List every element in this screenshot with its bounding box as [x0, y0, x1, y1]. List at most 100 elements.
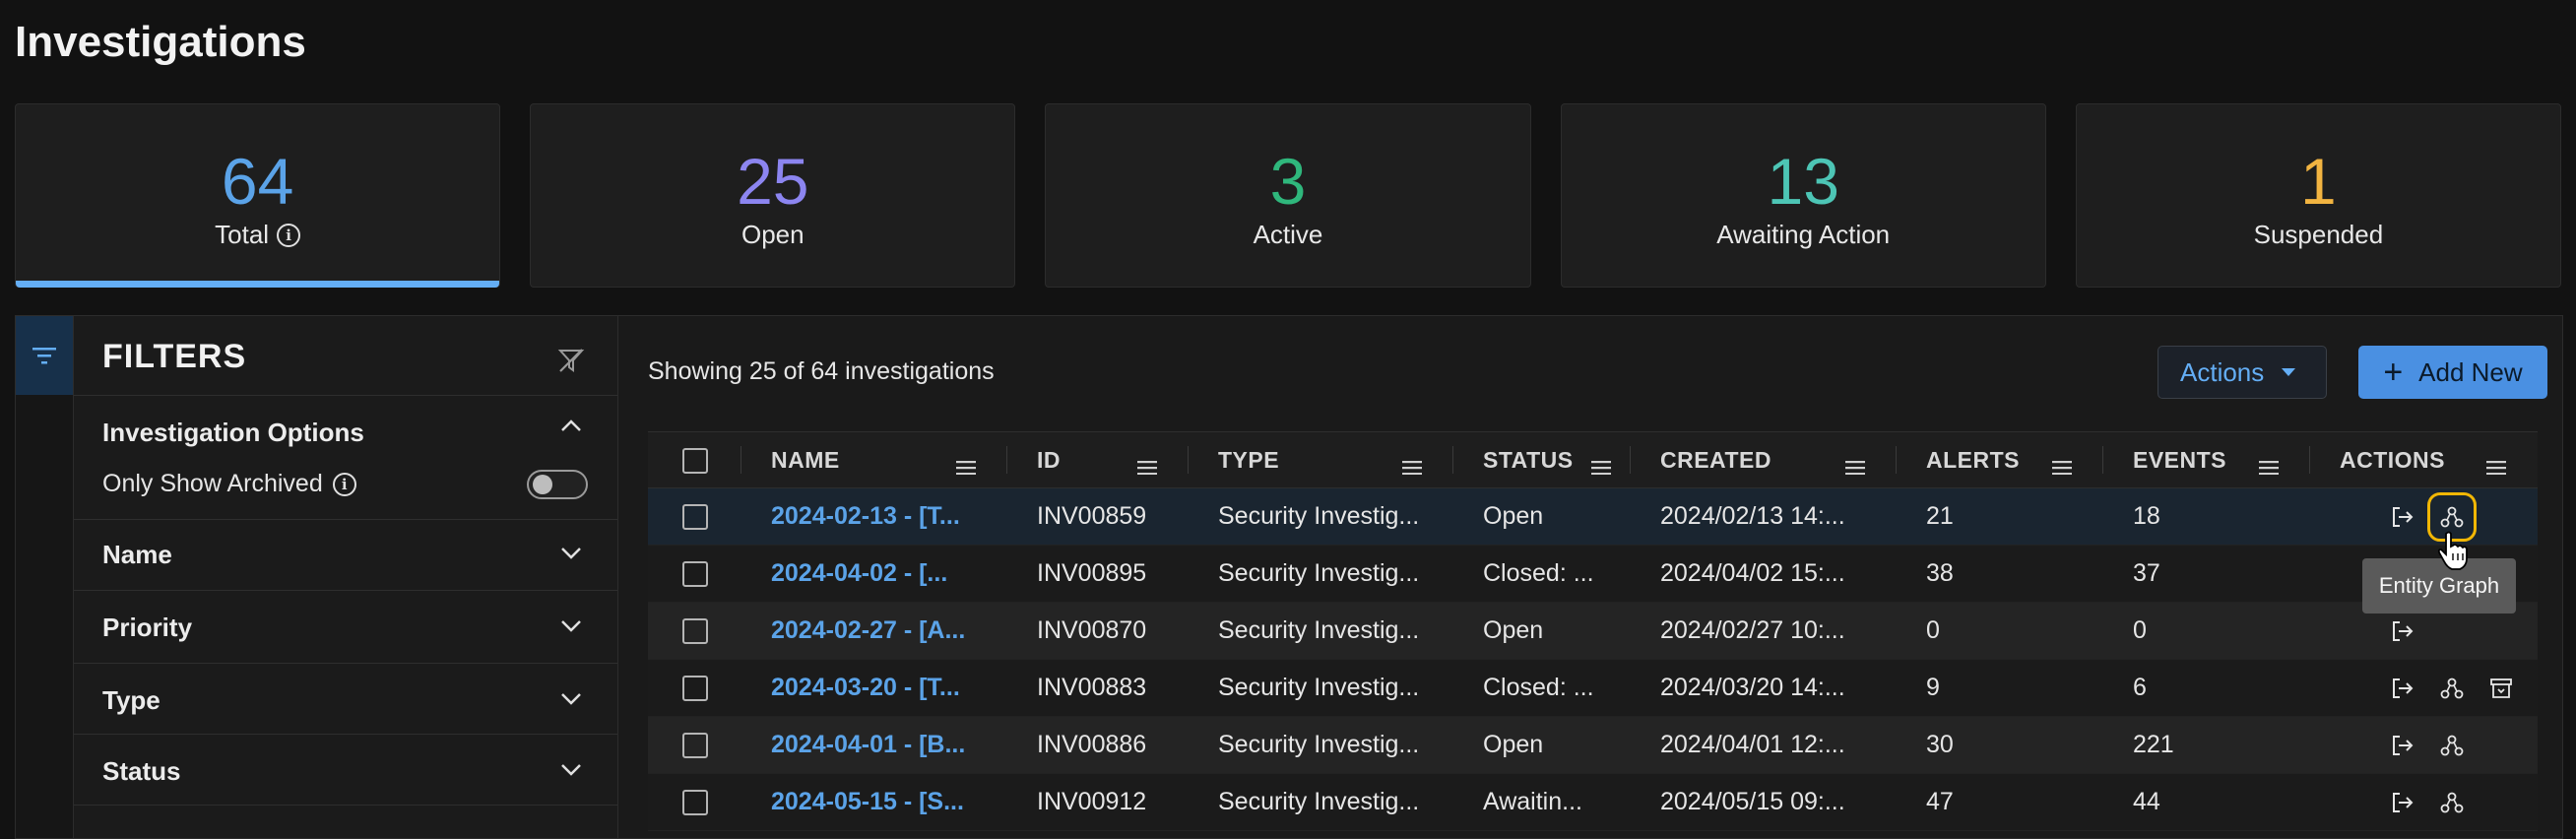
- cell-status: Open: [1453, 716, 1631, 774]
- filter-section-name[interactable]: Name: [74, 519, 617, 591]
- column-label: CREATED: [1660, 446, 1771, 473]
- column-header-actions[interactable]: ACTIONS: [2310, 431, 2538, 488]
- table-row[interactable]: 2024-03-20 - [T... INV00883 Security Inv…: [648, 659, 2538, 717]
- row-checkbox[interactable]: [681, 733, 708, 759]
- column-menu-icon[interactable]: [2052, 454, 2072, 481]
- cell-id: INV00883: [1007, 659, 1189, 717]
- row-checkbox[interactable]: [681, 504, 708, 531]
- table-row[interactable]: 2024-04-02 - [... INV00895 Security Inve…: [648, 545, 2538, 603]
- cell-id: INV00859: [1007, 487, 1189, 546]
- cell-type: Security Investig...: [1189, 487, 1453, 546]
- table-row[interactable]: 2024-05-15 - [S... INV00912 Security Inv…: [648, 773, 2538, 831]
- cell-name: 2024-03-20 - [T...: [741, 659, 1007, 717]
- row-checkbox[interactable]: [681, 790, 708, 816]
- row-checkbox[interactable]: [681, 561, 708, 588]
- cell-status: Closed: ...: [1453, 545, 1631, 603]
- entity-graph-icon[interactable]: [2427, 491, 2477, 542]
- investigation-link[interactable]: 2024-04-02 - [...: [771, 559, 947, 587]
- column-header-status[interactable]: STATUS: [1453, 431, 1631, 488]
- add-new-button[interactable]: + Add New: [2358, 346, 2547, 399]
- stat-card-awaiting[interactable]: 13 Awaiting Action: [1560, 103, 2046, 288]
- filters-title: FILTERS: [102, 338, 247, 375]
- open-investigation-icon[interactable]: [2389, 789, 2416, 816]
- column-menu-icon[interactable]: [2486, 454, 2506, 481]
- investigation-link[interactable]: 2024-02-13 - [T...: [771, 502, 960, 530]
- column-menu-icon[interactable]: [1402, 454, 1422, 481]
- actions-dropdown[interactable]: Actions: [2157, 346, 2327, 399]
- cell-created: 2024/02/27 10:...: [1631, 602, 1897, 660]
- hand-cursor-icon: [2436, 530, 2470, 576]
- open-investigation-icon[interactable]: [2389, 617, 2416, 645]
- chevron-down-icon: [560, 691, 582, 712]
- column-menu-icon[interactable]: [1137, 454, 1157, 481]
- row-select-cell: [648, 487, 741, 546]
- cell-created: 2024/04/01 12:...: [1631, 716, 1897, 774]
- cell-alerts: 47: [1897, 773, 2103, 831]
- open-investigation-icon[interactable]: [2389, 503, 2416, 531]
- column-header-type[interactable]: TYPE: [1189, 431, 1453, 488]
- cell-name: 2024-04-02 - [...: [741, 545, 1007, 603]
- entity-graph-icon[interactable]: [2438, 732, 2466, 759]
- cell-status: Awaitin...: [1453, 773, 1631, 831]
- column-menu-icon[interactable]: [1591, 454, 1611, 481]
- row-checkbox[interactable]: [681, 618, 708, 645]
- filter-section-investigation-options: Investigation Options: [74, 395, 617, 518]
- stat-card-active[interactable]: 3 Active: [1045, 103, 1531, 288]
- column-menu-icon[interactable]: [956, 454, 976, 481]
- investigations-table: NAME ID TYPE STATUS CREATED ALERTS EVENT…: [648, 431, 2538, 831]
- info-icon[interactable]: i: [332, 472, 356, 496]
- filter-section-status[interactable]: Status: [74, 734, 617, 806]
- stat-card-total[interactable]: 64 Total i: [15, 103, 501, 288]
- archive-icon[interactable]: [2487, 675, 2515, 702]
- entity-graph-icon[interactable]: [2438, 789, 2466, 816]
- column-header-name[interactable]: NAME: [741, 431, 1007, 488]
- filter-section-title: Name: [102, 540, 172, 569]
- column-label: ACTIONS: [2340, 446, 2445, 473]
- row-checkbox[interactable]: [681, 676, 708, 702]
- stat-card-open[interactable]: 25 Open: [530, 103, 1016, 288]
- cell-actions: [2310, 716, 2538, 774]
- chevron-up-icon[interactable]: [560, 418, 582, 438]
- filter-section-title[interactable]: Investigation Options: [102, 418, 364, 448]
- filter-section-priority[interactable]: Priority: [74, 590, 617, 662]
- clear-filters-icon[interactable]: [556, 346, 586, 380]
- investigation-link[interactable]: 2024-04-01 - [B...: [771, 731, 965, 758]
- column-menu-icon[interactable]: [1845, 454, 1865, 481]
- stat-value: 13: [1767, 145, 1839, 218]
- cell-created: 2024/03/20 14:...: [1631, 659, 1897, 717]
- column-header-created[interactable]: CREATED: [1631, 431, 1897, 488]
- investigation-link[interactable]: 2024-03-20 - [T...: [771, 674, 960, 701]
- filter-section-type[interactable]: Type: [74, 663, 617, 735]
- stat-label: Active: [1253, 220, 1323, 249]
- stat-label: Suspended: [2253, 220, 2384, 249]
- cell-events: 37: [2103, 545, 2310, 603]
- column-header-events[interactable]: EVENTS: [2103, 431, 2310, 488]
- info-icon[interactable]: i: [277, 223, 301, 247]
- investigation-link[interactable]: 2024-02-27 - [A...: [771, 616, 965, 644]
- stat-value: 25: [737, 145, 809, 218]
- only-archived-toggle[interactable]: [527, 470, 588, 499]
- cell-name: 2024-02-13 - [T...: [741, 487, 1007, 546]
- investigation-link[interactable]: 2024-05-15 - [S...: [771, 788, 964, 815]
- stat-card-suspended[interactable]: 1 Suspended: [2075, 103, 2562, 288]
- select-all-checkbox[interactable]: [681, 447, 708, 474]
- entity-graph-icon[interactable]: [2438, 675, 2466, 702]
- open-investigation-icon[interactable]: [2389, 675, 2416, 702]
- row-select-cell: [648, 659, 741, 717]
- filter-lines-icon: [32, 348, 56, 364]
- filter-section-title: Type: [102, 685, 161, 715]
- row-select-cell: [648, 602, 741, 660]
- cell-type: Security Investig...: [1189, 659, 1453, 717]
- open-investigation-icon[interactable]: [2389, 732, 2416, 759]
- filter-section-divider: [74, 805, 617, 839]
- table-row[interactable]: 2024-02-27 - [A... INV00870 Security Inv…: [648, 602, 2538, 660]
- cell-type: Security Investig...: [1189, 716, 1453, 774]
- column-header-id[interactable]: ID: [1007, 431, 1189, 488]
- table-row[interactable]: 2024-02-13 - [T... INV00859 Security Inv…: [648, 487, 2538, 546]
- cell-status: Open: [1453, 487, 1631, 546]
- filter-toggle-button[interactable]: [16, 316, 73, 395]
- column-header-alerts[interactable]: ALERTS: [1897, 431, 2103, 488]
- column-label: ALERTS: [1926, 446, 2020, 473]
- column-menu-icon[interactable]: [2259, 454, 2279, 481]
- table-row[interactable]: 2024-04-01 - [B... INV00886 Security Inv…: [648, 716, 2538, 774]
